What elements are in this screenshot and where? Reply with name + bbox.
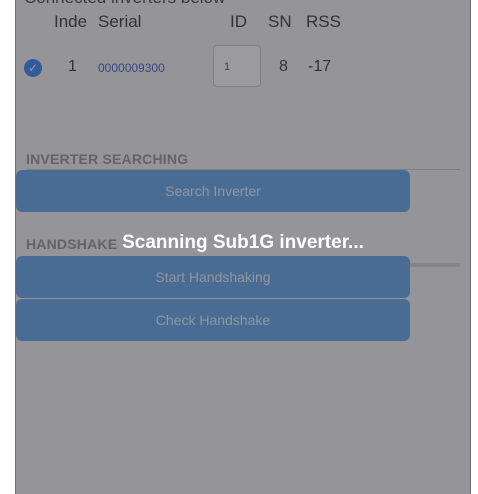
app-screen: Connected inverters below Inde Serial ID… — [16, 0, 470, 494]
frame-border-right — [470, 0, 471, 494]
scanning-message: Scanning Sub1G inverter... — [122, 232, 364, 253]
